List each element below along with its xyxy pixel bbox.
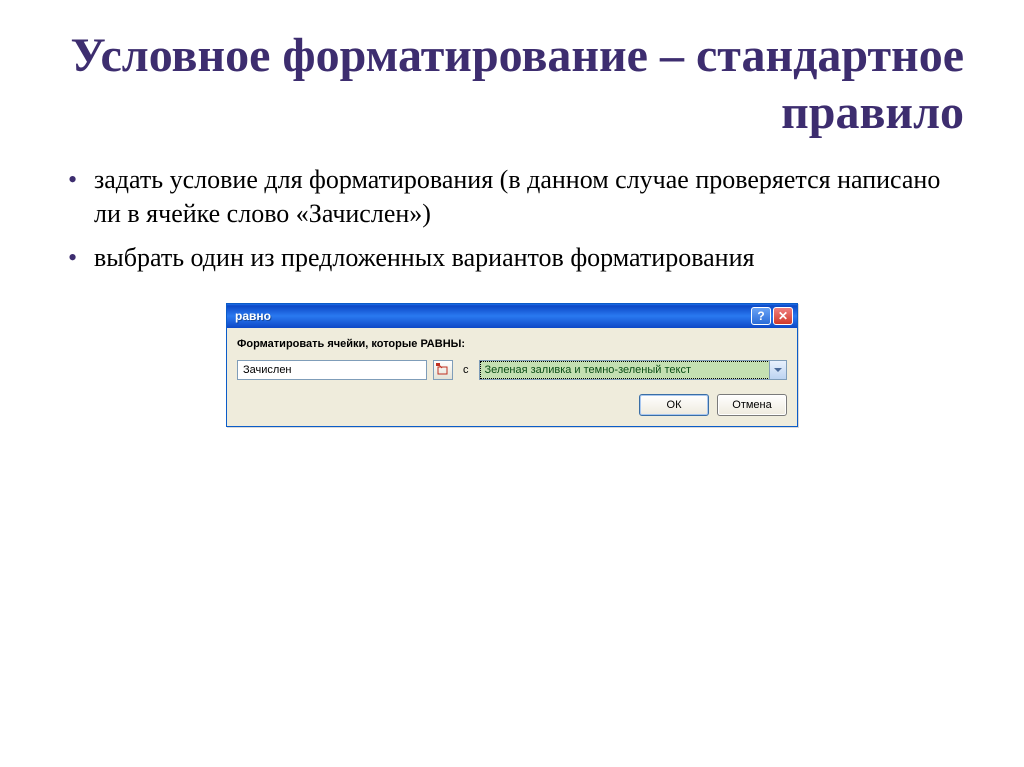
with-label: с [459,364,473,376]
condition-input[interactable] [237,360,427,380]
dialog-window: равно ? ✕ Форматировать ячейки, которые … [226,303,798,427]
range-selector-button[interactable] [433,360,453,380]
input-row: с Зеленая заливка и темно-зеленый текст [237,360,787,380]
format-combo-value: Зеленая заливка и темно-зеленый текст [485,364,691,376]
bullet-list: задать условие для форматирования (в дан… [60,163,964,274]
dialog-container: равно ? ✕ Форматировать ячейки, которые … [60,303,964,427]
dialog-titlebar[interactable]: равно ? ✕ [227,304,797,328]
dialog-instruction-label: Форматировать ячейки, которые РАВНЫ: [237,338,787,350]
chevron-down-icon[interactable] [769,361,786,379]
ok-button[interactable]: ОК [639,394,709,416]
bullet-item: выбрать один из предложенных вариантов ф… [68,241,964,275]
help-icon[interactable]: ? [751,307,771,325]
cancel-button[interactable]: Отмена [717,394,787,416]
bullet-item: задать условие для форматирования (в дан… [68,163,964,231]
format-combo[interactable]: Зеленая заливка и темно-зеленый текст [479,360,788,380]
slide-title: Условное форматирование – стандартное пр… [60,28,964,141]
dialog-caption: равно [235,309,749,323]
dialog-button-row: ОК Отмена [237,394,787,416]
close-icon[interactable]: ✕ [773,307,793,325]
dialog-body: Форматировать ячейки, которые РАВНЫ: с З… [227,328,797,426]
